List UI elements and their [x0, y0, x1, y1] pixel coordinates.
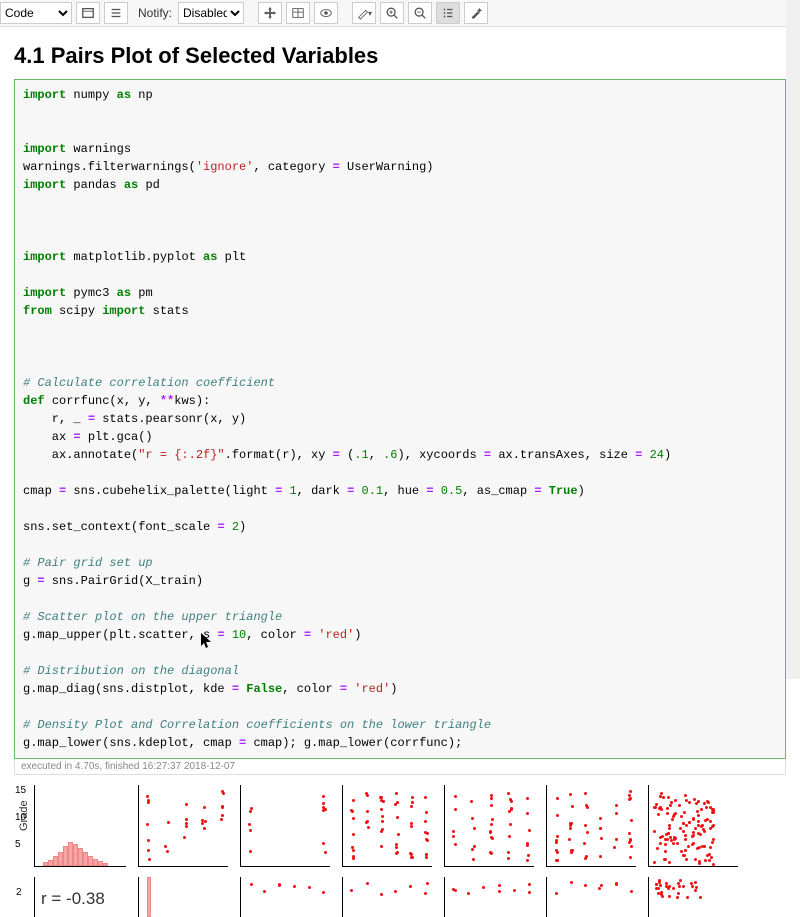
subplot-scatter-partial [648, 877, 738, 917]
y-ticks: 15 10 5 [15, 785, 26, 866]
subplot-scatter [444, 785, 534, 867]
cell-type-select[interactable]: Code [0, 2, 72, 24]
subplot-scatter-partial [444, 877, 534, 917]
move-button[interactable] [258, 2, 282, 24]
subplot-scatter-partial [546, 877, 636, 917]
subplot-histogram-partial [138, 877, 228, 917]
notebook-content: 4.1 Pairs Plot of Selected Variables imp… [0, 27, 800, 917]
notebook-toolbar: Code Notify: Disabled ▾ [0, 0, 800, 27]
subplot-histogram: 15 10 5 [34, 785, 126, 867]
pairplot-output-row2: 2 r = -0.38 [14, 867, 786, 917]
execution-info: executed in 4.70s, finished 16:27:37 201… [14, 759, 786, 775]
pairplot-output-row1: Grade 15 10 5 [14, 781, 786, 867]
subplot-scatter [240, 785, 330, 867]
subplot-correlation: r = -0.38 [34, 877, 126, 917]
subplot-scatter [546, 785, 636, 867]
zoom-out-button[interactable] [408, 2, 432, 24]
subplot-scatter-partial [342, 877, 432, 917]
magic-button[interactable] [464, 2, 488, 24]
notify-select[interactable]: Disabled [178, 2, 244, 24]
table-button[interactable] [286, 2, 310, 24]
code-cell[interactable]: import numpy as np import warnings warni… [14, 79, 786, 759]
notify-label: Notify: [132, 6, 174, 20]
preview-button[interactable] [314, 2, 338, 24]
subplot-scatter [138, 785, 228, 867]
y-tick-row2: 2 [16, 887, 22, 898]
toc-button[interactable] [436, 2, 460, 24]
subplot-scatter-partial [240, 877, 330, 917]
correlation-text: r = -0.38 [41, 889, 105, 909]
brush-button[interactable]: ▾ [352, 2, 376, 24]
list-button[interactable] [104, 2, 128, 24]
vertical-scrollbar[interactable] [786, 0, 800, 679]
zoom-in-button[interactable] [380, 2, 404, 24]
cell-toolbar-button[interactable] [76, 2, 100, 24]
section-heading: 4.1 Pairs Plot of Selected Variables [14, 43, 786, 69]
subplot-scatter [648, 785, 738, 867]
subplot-scatter [342, 785, 432, 867]
